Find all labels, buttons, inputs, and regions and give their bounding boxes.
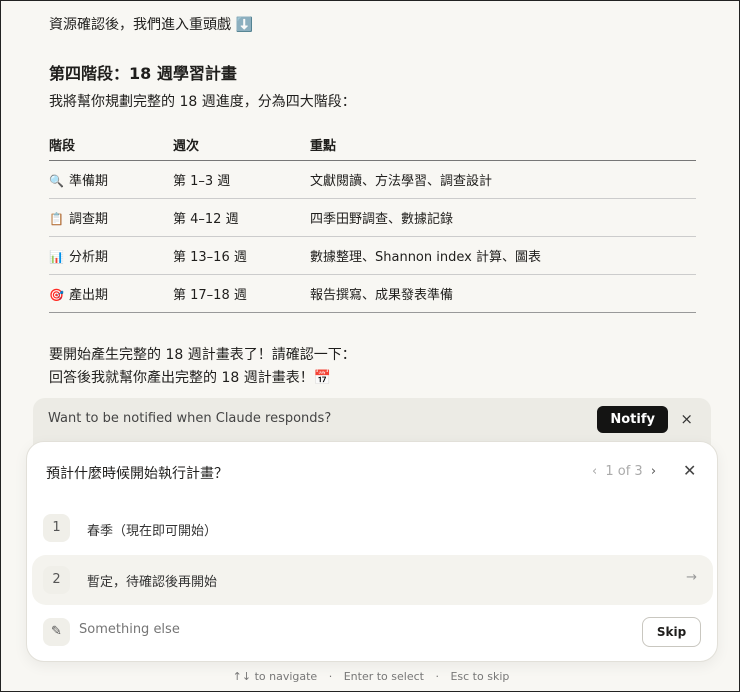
close-icon[interactable]: × [680, 410, 693, 428]
outro-line-2: 回答後我就幫你產出完整的 18 週計畫表！📅 [49, 370, 332, 386]
skip-button[interactable]: Skip [642, 617, 701, 647]
weeks: 第 17–18 週 [173, 274, 310, 313]
question-title: 預計什麼時候開始執行計畫？ [46, 466, 228, 482]
hint-navigate: ↑↓ to navigate [232, 670, 318, 683]
focus: 四季田野調查、數據記錄 [310, 198, 696, 237]
separator: · [435, 670, 439, 683]
stage: 分析期 [69, 249, 109, 265]
down-arrow-icon: ⬇️ [235, 17, 253, 33]
stage: 準備期 [69, 173, 109, 189]
close-icon[interactable]: ✕ [683, 461, 696, 480]
weeks: 第 4–12 週 [173, 198, 310, 237]
table-row: 📊 分析期 第 13–16 週數據整理、Shannon index 計算、圖表 [49, 236, 696, 275]
chevron-left-icon[interactable]: ‹ [592, 464, 597, 479]
option-number: 2 [43, 566, 70, 594]
table-row: 🔍 準備期 第 1–3 週文獻閱讀、方法學習、調查設計 [49, 160, 696, 199]
target-icon: 🎯 [49, 287, 64, 302]
chevron-right-icon[interactable]: › [651, 464, 656, 479]
pencil-icon: ✎ [43, 618, 70, 646]
notify-text: Want to be notified when Claude responds… [48, 411, 332, 426]
focus: 報告撰寫、成果發表準備 [310, 274, 696, 313]
option-label: 暫定，待確認後再開始 [87, 575, 218, 590]
weeks: 第 13–16 週 [173, 236, 310, 275]
stage: 產出期 [69, 287, 109, 303]
something-else-input[interactable] [79, 622, 579, 637]
header-focus: 重點 [310, 124, 696, 161]
stage: 調查期 [69, 211, 109, 227]
intro-text: 資源確認後，我們進入重頭戲 ⬇️ [49, 17, 253, 33]
subtitle: 我將幫你規劃完整的 18 週進度，分為四大階段： [49, 94, 356, 110]
outro-line-1: 要開始產生完整的 18 週計畫表了！請確認一下： [49, 347, 356, 363]
option-label: 春季（現在即可開始） [87, 524, 218, 539]
weeks: 第 1–3 週 [173, 160, 310, 199]
keyboard-hints: ↑↓ to navigate · Enter to select · Esc t… [1, 670, 740, 683]
option-1[interactable]: 1 春季（現在即可開始） [32, 513, 713, 561]
header-weeks: 週次 [173, 124, 310, 161]
pager-text: 1 of 3 [605, 464, 643, 479]
schedule-table: 階段 週次 重點 🔍 準備期第 1–3 週文獻閱讀、方法學習、調查設計 📋 調查期第… [49, 124, 696, 313]
separator: · [328, 670, 333, 683]
section-heading: 第四階段：18 週學習計畫 [49, 64, 237, 83]
bar-chart-icon: 📊 [49, 249, 64, 264]
hint-select: Enter to select [343, 670, 424, 683]
question-card: 預計什麼時候開始執行計畫？ ‹ 1 of 3 › ✕ 1 春季（現在即可開始） … [26, 441, 718, 662]
table-row: 🎯 產出期 第 17–18 週報告撰寫、成果發表準備 [49, 274, 696, 313]
arrow-right-icon: → [686, 570, 697, 585]
option-number: 1 [43, 514, 70, 542]
pager: ‹ 1 of 3 › [592, 464, 656, 479]
magnifier-icon: 🔍 [49, 173, 64, 188]
table-header: 階段 週次 重點 [49, 124, 696, 161]
hint-esc: Esc to skip [450, 670, 510, 683]
focus: 文獻閱讀、方法學習、調查設計 [310, 160, 696, 199]
focus: 數據整理、Shannon index 計算、圖表 [310, 236, 696, 275]
header-stage: 階段 [49, 124, 173, 161]
calendar-icon: 📅 [313, 370, 332, 386]
table-row: 📋 調查期 第 4–12 週四季田野調查、數據記錄 [49, 198, 696, 237]
option-2[interactable]: 2 暫定，待確認後再開始 → [32, 555, 713, 605]
notify-button[interactable]: Notify [597, 406, 668, 433]
clipboard-icon: 📋 [49, 211, 64, 226]
